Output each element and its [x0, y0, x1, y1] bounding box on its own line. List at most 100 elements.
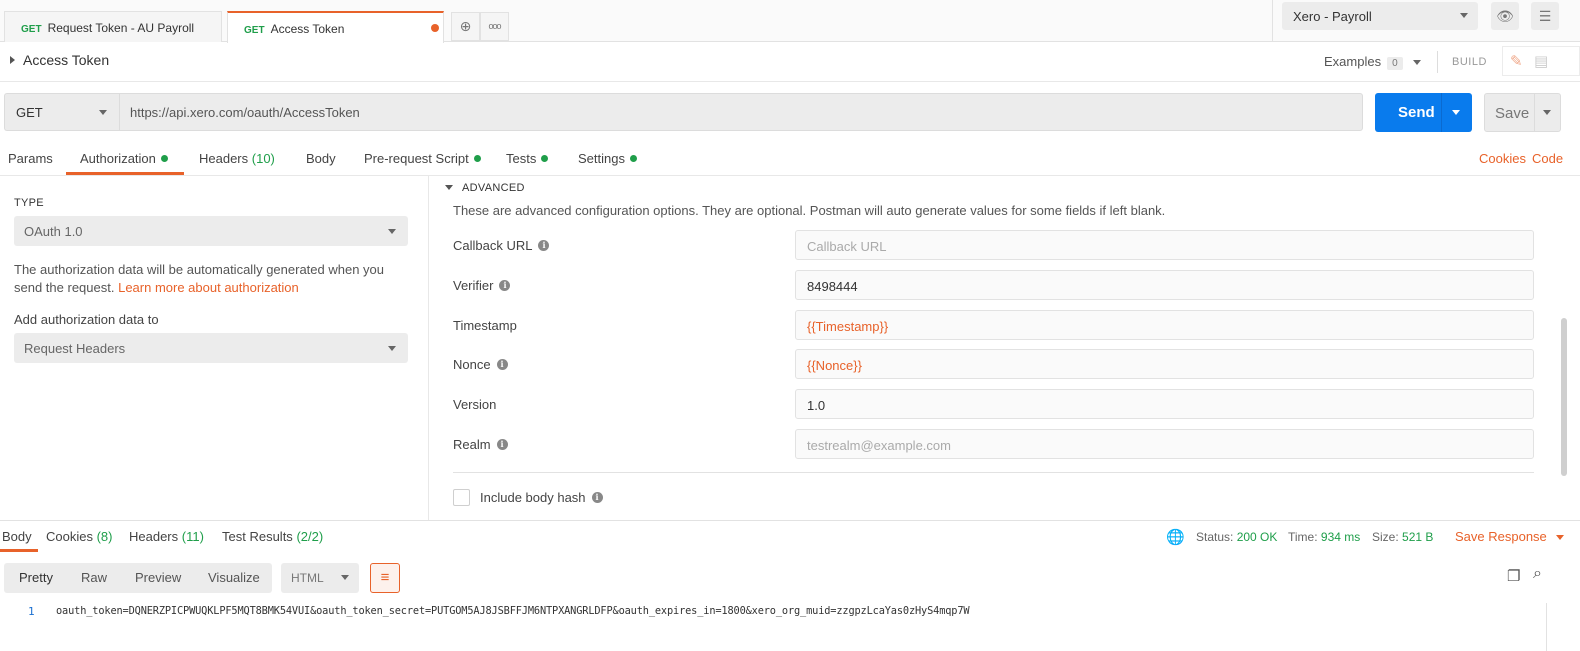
code-link[interactable]: Code: [1532, 151, 1563, 166]
environment-quick-look-button[interactable]: 👁: [1491, 2, 1519, 30]
tab-authorization[interactable]: Authorization: [80, 151, 168, 166]
add-auth-to-select[interactable]: Request Headers: [14, 333, 408, 363]
divider: [0, 175, 1580, 176]
realm-field[interactable]: testrealm@example.com: [795, 429, 1534, 459]
language-value: HTML: [291, 571, 324, 585]
response-tab-body[interactable]: Body: [2, 529, 32, 544]
tab-label: Pre-request Script: [364, 151, 469, 166]
tab-label: Body: [2, 529, 32, 544]
scrollbar[interactable]: [1561, 318, 1567, 476]
tab-options-button[interactable]: ooo: [480, 12, 509, 41]
tab-label: Headers: [129, 529, 179, 544]
examples-label: Examples: [1324, 54, 1382, 69]
cookies-link[interactable]: Cookies: [1479, 151, 1526, 166]
view-raw-button[interactable]: Raw: [81, 570, 107, 585]
view-pretty-button[interactable]: Pretty: [19, 570, 53, 585]
include-body-hash-checkbox[interactable]: [453, 489, 470, 506]
request-actions: ✎ ▤: [1502, 46, 1580, 76]
field-label: Verifier: [453, 278, 494, 293]
build-mode-label[interactable]: BUILD: [1452, 56, 1487, 68]
version-label: Version: [453, 397, 497, 412]
manage-environments-button[interactable]: ☰: [1531, 2, 1559, 30]
more-icon: ooo: [488, 21, 501, 31]
nonce-label: Nonce i: [453, 357, 508, 372]
response-body[interactable]: oauth_token=DQNERZPICPWUQKLPF5MQT8BMK54V…: [56, 605, 970, 617]
copy-icon[interactable]: ❐: [1507, 567, 1520, 585]
chevron-down-icon: [1412, 60, 1421, 66]
response-tab-cookies[interactable]: Cookies (8): [46, 529, 112, 544]
save-button[interactable]: Save: [1484, 93, 1561, 132]
stat-value: 200 OK: [1236, 530, 1278, 544]
unsaved-indicator-icon: [431, 24, 439, 32]
tab-label: Authorization: [80, 151, 156, 166]
tab-settings[interactable]: Settings: [578, 151, 637, 166]
version-field[interactable]: 1.0: [795, 389, 1534, 419]
examples-dropdown[interactable]: Examples 0: [1324, 54, 1421, 70]
examples-count: 0: [1387, 57, 1403, 70]
tab-count: (8): [96, 529, 113, 544]
save-response-button[interactable]: Save Response: [1455, 529, 1564, 544]
method-select[interactable]: GET: [4, 93, 119, 131]
nonce-field[interactable]: {{Nonce}}: [795, 349, 1534, 379]
tab-request-token[interactable]: GET Request Token - AU Payroll: [4, 11, 222, 42]
callback-url-field[interactable]: Callback URL: [795, 230, 1534, 260]
info-icon[interactable]: i: [499, 280, 511, 292]
status-dot-icon: [473, 155, 481, 163]
network-globe-icon[interactable]: 🌐: [1166, 528, 1185, 546]
advanced-description: These are advanced configuration options…: [453, 203, 1166, 218]
chevron-down-icon[interactable]: [1543, 110, 1551, 115]
tab-params[interactable]: Params: [8, 151, 53, 166]
tab-body[interactable]: Body: [306, 151, 336, 166]
callback-url-label: Callback URL i: [453, 238, 550, 253]
edit-icon[interactable]: ✎: [1510, 52, 1523, 70]
tab-label: Body: [306, 151, 336, 166]
search-icon[interactable]: ⌕: [1533, 565, 1542, 583]
tab-headers[interactable]: Headers (10): [199, 151, 275, 166]
caret-down-icon: [445, 184, 453, 190]
new-tab-button[interactable]: ⊕: [451, 12, 480, 41]
stat-value: 521 B: [1402, 530, 1434, 544]
tab-count: (2/2): [296, 529, 324, 544]
view-visualize-button[interactable]: Visualize: [208, 570, 260, 585]
method-label: GET: [16, 105, 43, 120]
stat-label: Size:: [1372, 530, 1399, 544]
advanced-section-toggle[interactable]: ADVANCED: [445, 182, 525, 194]
response-tab-test-results[interactable]: Test Results (2/2): [222, 529, 323, 544]
size-badge: Size: 521 B: [1372, 530, 1433, 544]
tab-access-token[interactable]: GET Access Token: [227, 11, 444, 43]
info-icon[interactable]: i: [496, 439, 508, 451]
info-icon[interactable]: i: [496, 359, 508, 371]
tab-pre-request-script[interactable]: Pre-request Script: [364, 151, 481, 166]
timestamp-field[interactable]: {{Timestamp}}: [795, 310, 1534, 340]
send-button[interactable]: Send: [1375, 93, 1472, 132]
language-select[interactable]: HTML: [281, 563, 359, 593]
divider: [428, 176, 429, 521]
info-icon[interactable]: i: [591, 492, 603, 504]
caret-right-icon: [10, 56, 15, 65]
timestamp-label: Timestamp: [453, 318, 517, 333]
auth-type-select[interactable]: OAuth 1.0: [14, 216, 408, 246]
include-body-hash-label: Include body hash i: [480, 490, 603, 505]
field-label: Realm: [453, 437, 491, 452]
tab-tests[interactable]: Tests: [506, 151, 549, 166]
info-icon[interactable]: i: [538, 240, 550, 252]
field-label: Nonce: [453, 357, 491, 372]
request-title[interactable]: Access Token: [10, 52, 109, 68]
url-input[interactable]: https://api.xero.com/oauth/AccessToken: [119, 93, 1363, 131]
verifier-field[interactable]: 8498444: [795, 270, 1534, 300]
environment-label: Xero - Payroll: [1293, 9, 1372, 24]
response-tab-headers[interactable]: Headers (11): [129, 529, 204, 544]
chevron-down-icon: [99, 110, 107, 115]
status-badge: Status: 200 OK: [1196, 530, 1277, 544]
wrap-lines-button[interactable]: ≡: [370, 563, 400, 593]
comment-icon[interactable]: ▤: [1534, 52, 1548, 70]
view-preview-button[interactable]: Preview: [135, 570, 181, 585]
environment-select[interactable]: Xero - Payroll: [1282, 2, 1478, 30]
status-dot-icon: [160, 155, 168, 163]
learn-more-link[interactable]: Learn more about authorization: [118, 280, 299, 295]
scrollbar[interactable]: [1546, 603, 1547, 651]
chevron-down-icon[interactable]: [1452, 110, 1460, 115]
divider: [453, 472, 1534, 473]
checkbox-label: Include body hash: [480, 490, 586, 505]
line-number: 1: [28, 605, 35, 618]
